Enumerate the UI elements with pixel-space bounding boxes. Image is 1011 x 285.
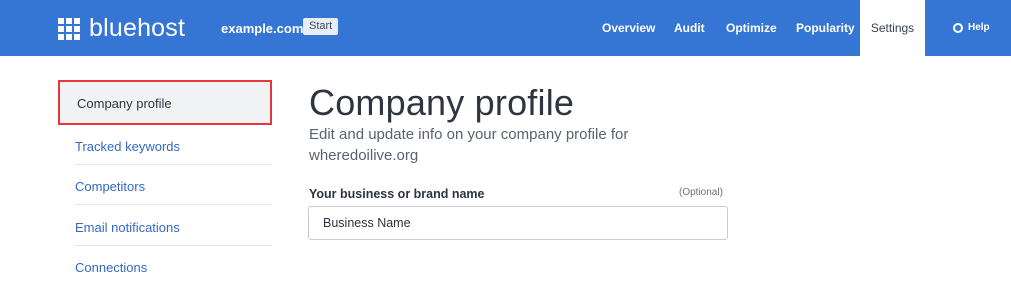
top-navigation-bar: bluehost example.com Start Overview Audi… bbox=[0, 0, 1011, 56]
help-button[interactable]: Help bbox=[953, 0, 990, 56]
start-badge[interactable]: Start bbox=[303, 18, 339, 35]
sidebar-item-label: Company profile bbox=[77, 96, 172, 111]
optional-hint: (Optional) bbox=[679, 187, 723, 198]
sidebar-item-email-notifications[interactable]: Email notifications bbox=[75, 220, 180, 235]
help-icon bbox=[953, 23, 963, 33]
help-label: Help bbox=[968, 22, 990, 33]
divider bbox=[75, 164, 272, 165]
page-subtitle: Edit and update info on your company pro… bbox=[309, 126, 629, 164]
sidebar-item-competitors[interactable]: Competitors bbox=[75, 179, 145, 194]
page-title: Company profile bbox=[309, 82, 575, 123]
sidebar-item-company-profile[interactable]: Company profile bbox=[58, 80, 272, 125]
nav-settings-label: Settings bbox=[870, 21, 915, 35]
nav-popularity[interactable]: Popularity bbox=[796, 0, 855, 56]
sidebar-item-tracked-keywords[interactable]: Tracked keywords bbox=[75, 139, 180, 154]
business-name-input[interactable] bbox=[308, 206, 728, 240]
site-domain[interactable]: example.com bbox=[221, 21, 303, 36]
divider bbox=[75, 204, 272, 205]
divider bbox=[75, 245, 272, 246]
nav-optimize[interactable]: Optimize bbox=[726, 0, 777, 56]
brand-name: bluehost bbox=[89, 14, 186, 42]
bluehost-logo[interactable]: bluehost bbox=[58, 16, 185, 41]
nav-settings[interactable]: Settings bbox=[860, 0, 925, 56]
grid-logo-icon bbox=[58, 17, 80, 40]
sidebar-item-connections[interactable]: Connections bbox=[75, 260, 147, 275]
business-name-label: Your business or brand name bbox=[309, 187, 485, 201]
nav-overview[interactable]: Overview bbox=[602, 0, 655, 56]
nav-audit[interactable]: Audit bbox=[674, 0, 705, 56]
